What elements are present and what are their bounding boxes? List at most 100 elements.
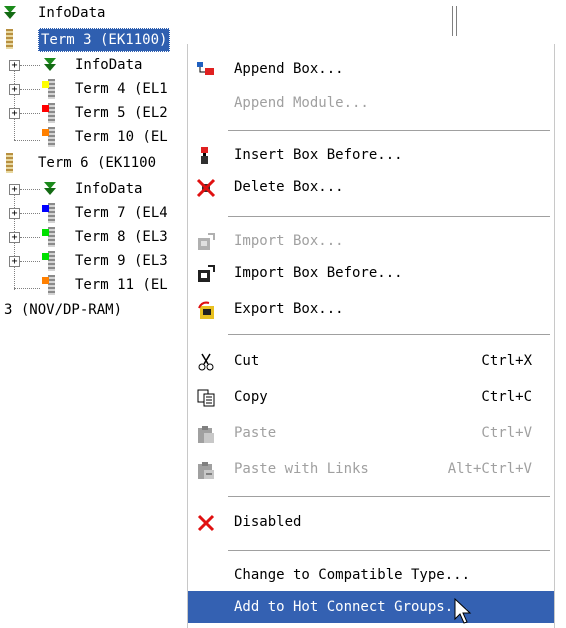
menu-item-label: Add to Hot Connect Groups... xyxy=(234,599,471,615)
menu-item-insert-box-before[interactable]: Insert Box Before... xyxy=(188,140,554,170)
tree-item-label: Term 5 (EL2 xyxy=(75,105,168,121)
menu-item-paste[interactable]: Paste Ctrl+V xyxy=(188,418,554,448)
terminal-icon xyxy=(42,203,57,223)
paste-icon xyxy=(196,424,216,444)
menu-separator xyxy=(228,216,550,217)
tree-item-label: Term 8 (EL3 xyxy=(75,229,168,245)
tree-item-label: Term 4 (EL1 xyxy=(75,81,168,97)
tree-item-term8[interactable]: + Term 8 (EL3 xyxy=(0,226,200,248)
terminal-icon xyxy=(42,103,57,123)
tree-item-term7[interactable]: + Term 7 (EL4 xyxy=(0,202,200,224)
delete-box-icon xyxy=(196,178,216,198)
coupler-icon xyxy=(4,29,15,49)
menu-item-disabled[interactable]: Disabled xyxy=(188,507,554,537)
tree-item-infodata-2[interactable]: + InfoData xyxy=(0,178,200,200)
terminal-icon xyxy=(42,79,57,99)
tree-line xyxy=(14,288,40,289)
tree-item-label: Term 7 (EL4 xyxy=(75,205,168,221)
tree-item-label: InfoData xyxy=(75,181,143,197)
menu-item-label: Cut xyxy=(234,353,260,369)
menu-item-import-box[interactable]: Import Box... xyxy=(188,226,554,256)
menu-item-label: Disabled xyxy=(234,514,302,530)
menu-item-shortcut: Ctrl+C xyxy=(481,389,532,405)
mouse-pointer-icon xyxy=(454,598,472,624)
import-box-before-icon xyxy=(196,264,216,284)
menu-separator xyxy=(228,334,550,335)
menu-item-label: Delete Box... xyxy=(234,179,344,195)
tree-item-term11[interactable]: Term 11 (EL xyxy=(0,274,200,296)
menu-item-label: Append Box... xyxy=(234,61,344,77)
append-box-icon xyxy=(196,60,216,80)
menu-separator xyxy=(228,550,550,551)
tree-item-infodata[interactable]: + InfoData xyxy=(0,54,200,76)
context-menu: Append Box... Append Module... Insert Bo… xyxy=(187,44,555,628)
menu-item-copy[interactable]: Copy Ctrl+C xyxy=(188,382,554,412)
tree-line xyxy=(20,189,40,190)
menu-item-label: Change to Compatible Type... xyxy=(234,567,471,583)
tree-item-term6[interactable]: Term 6 (EK1100 xyxy=(0,152,200,174)
tree-item-term3[interactable]: Term 3 (EK1100) xyxy=(0,28,210,52)
menu-item-label: Export Box... xyxy=(234,301,344,317)
menu-item-cut[interactable]: Cut Ctrl+X xyxy=(188,346,554,376)
menu-item-import-box-before[interactable]: Import Box Before... xyxy=(188,258,554,288)
tree-item-label: 3 (NOV/DP-RAM) xyxy=(4,302,123,318)
tree-item-label: Term 11 (EL xyxy=(75,277,168,293)
expand-plus-icon[interactable]: + xyxy=(9,208,20,219)
expand-plus-icon[interactable]: + xyxy=(9,108,20,119)
menu-item-label: Append Module... xyxy=(234,95,369,111)
terminal-icon xyxy=(42,275,57,295)
tree-line xyxy=(20,65,40,66)
infodata-icon xyxy=(42,58,56,72)
copy-icon xyxy=(196,388,216,408)
menu-item-label: Copy xyxy=(234,389,268,405)
expand-plus-icon[interactable]: + xyxy=(9,232,20,243)
terminal-icon xyxy=(42,251,57,271)
coupler-icon xyxy=(4,153,15,173)
tree-item-label: Term 9 (EL3 xyxy=(75,253,168,269)
red-x-icon xyxy=(196,513,216,533)
splitter-bar[interactable] xyxy=(452,6,457,36)
menu-item-export-box[interactable]: Export Box... xyxy=(188,294,554,324)
menu-item-paste-with-links[interactable]: Paste with Links Alt+Ctrl+V xyxy=(188,454,554,484)
tree-item-term9[interactable]: + Term 9 (EL3 xyxy=(0,250,200,272)
menu-item-change-compatible-type[interactable]: Change to Compatible Type... xyxy=(188,560,554,590)
menu-separator xyxy=(228,496,550,497)
menu-icon-gutter xyxy=(188,44,224,628)
tree-line xyxy=(20,213,40,214)
tree-item-label: Term 6 (EK1100 xyxy=(38,155,157,171)
menu-item-append-box[interactable]: Append Box... xyxy=(188,54,554,84)
export-box-icon xyxy=(196,300,216,320)
tree-line xyxy=(14,140,40,141)
expand-plus-icon[interactable]: + xyxy=(9,60,20,71)
tree-line xyxy=(20,89,40,90)
tree-item-label: Term 3 (EK1100) xyxy=(38,28,171,52)
tree-item-infodata-top[interactable]: InfoData xyxy=(0,2,200,24)
tree-item-label: Term 10 (EL xyxy=(75,129,168,145)
infodata-icon xyxy=(2,6,16,20)
menu-item-shortcut: Ctrl+V xyxy=(481,425,532,441)
infodata-icon xyxy=(42,182,56,196)
menu-item-shortcut: Ctrl+X xyxy=(481,353,532,369)
terminal-icon xyxy=(42,127,57,147)
menu-item-label: Paste with Links xyxy=(234,461,369,477)
paste-links-icon xyxy=(196,460,216,480)
menu-item-add-hot-connect-groups[interactable]: Add to Hot Connect Groups... xyxy=(188,591,554,623)
menu-item-label: Insert Box Before... xyxy=(234,147,403,163)
tree-item-term10[interactable]: Term 10 (EL xyxy=(0,126,200,148)
menu-item-label: Import Box Before... xyxy=(234,265,403,281)
tree-item-nov-dpram[interactable]: 3 (NOV/DP-RAM) xyxy=(0,299,200,321)
tree-item-label: InfoData xyxy=(38,5,106,21)
expand-plus-icon[interactable]: + xyxy=(9,184,20,195)
tree-item-term5[interactable]: + Term 5 (EL2 xyxy=(0,102,200,124)
menu-item-append-module[interactable]: Append Module... xyxy=(188,88,554,118)
menu-item-shortcut: Alt+Ctrl+V xyxy=(447,461,532,477)
import-box-icon xyxy=(196,232,216,252)
expand-plus-icon[interactable]: + xyxy=(9,256,20,267)
expand-plus-icon[interactable]: + xyxy=(9,84,20,95)
menu-item-delete-box[interactable]: Delete Box... xyxy=(188,172,554,202)
menu-item-label: Import Box... xyxy=(234,233,344,249)
tree-line xyxy=(20,237,40,238)
scissors-icon xyxy=(196,352,216,372)
terminal-icon xyxy=(42,227,57,247)
tree-item-term4[interactable]: + Term 4 (EL1 xyxy=(0,78,200,100)
